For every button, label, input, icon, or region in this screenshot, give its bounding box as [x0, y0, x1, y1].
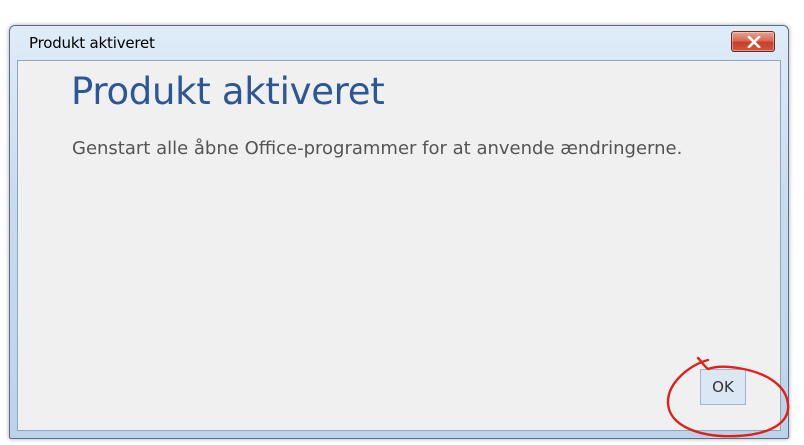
window-title: Produkt aktiveret: [29, 34, 155, 52]
dialog-message: Genstart alle åbne Office-programmer for…: [72, 138, 683, 159]
page-title: Produkt aktiveret: [71, 70, 385, 113]
dialog-window: Produkt aktiveret Produkt aktiveret Gens…: [9, 25, 789, 439]
dialog-content: Produkt aktiveret Genstart alle åbne Off…: [17, 60, 781, 431]
close-icon: [747, 36, 761, 48]
ok-button[interactable]: OK: [700, 369, 746, 405]
title-bar[interactable]: Produkt aktiveret: [10, 26, 788, 64]
close-button[interactable]: [731, 31, 775, 52]
